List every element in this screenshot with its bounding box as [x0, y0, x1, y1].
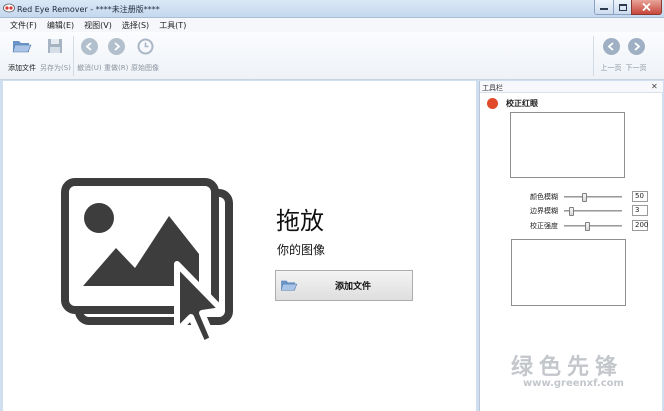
maximize-button[interactable] [613, 0, 632, 15]
add-file-button[interactable]: 添加文件 [8, 35, 36, 73]
minimize-button[interactable] [594, 0, 614, 15]
red-eye-app-icon [3, 3, 15, 13]
add-file-label: 添加文件 [8, 64, 36, 72]
drop-title: 拖放 [276, 207, 324, 235]
panel-title: 工具栏 [482, 84, 503, 92]
close-button[interactable] [631, 0, 662, 15]
panel-header: 工具栏 ✕ [480, 81, 663, 93]
panel-close-icon[interactable]: ✕ [651, 82, 658, 91]
slider-value-input[interactable]: 3 [632, 205, 648, 216]
slider-label: 边界模糊 [530, 207, 558, 215]
redo-button[interactable]: 重做(R) [104, 35, 128, 73]
watermark-text: 绿色先锋 [511, 355, 624, 380]
folder-open-icon [280, 278, 298, 294]
slider-row: 边界模糊 3 [480, 205, 663, 217]
next-page-button[interactable]: 下一页 [625, 35, 647, 73]
drop-zone[interactable]: 拖放 你的图像 添加文件 [3, 81, 476, 411]
add-file-large-button[interactable]: 添加文件 [275, 270, 413, 301]
redo-label: 重做(R) [104, 64, 129, 72]
drop-images-illustration-icon [61, 178, 233, 347]
next-page-label: 下一页 [625, 64, 647, 72]
folder-open-icon [12, 41, 32, 53]
slider-track[interactable] [564, 222, 622, 231]
add-file-large-label: 添加文件 [335, 282, 372, 292]
prev-page-label: 上一页 [600, 64, 622, 72]
watermark-url: www.greenxf.com [523, 378, 624, 389]
undo-button[interactable]: 撤消(U) [77, 35, 102, 73]
menu-select[interactable]: 选择(S) [118, 20, 153, 31]
clock-history-icon [137, 38, 153, 54]
redo-arrow-icon [114, 41, 121, 51]
slider-label: 校正强度 [530, 222, 558, 230]
undo-label: 撤消(U) [77, 64, 102, 72]
preview-box-bottom [511, 239, 626, 306]
slider-thumb[interactable] [568, 207, 574, 216]
maximize-icon [618, 3, 627, 11]
title-bar[interactable]: Red Eye Remover - ****未注册版**** [0, 0, 664, 18]
section-title: 校正红眼 [506, 99, 538, 108]
menu-file[interactable]: 文件(F) [6, 20, 41, 31]
menu-view[interactable]: 视图(V) [80, 20, 116, 31]
slider-value-input[interactable]: 200 [632, 220, 648, 231]
original-image-button[interactable]: 原始图像 [131, 35, 159, 73]
menu-tools[interactable]: 工具(T) [155, 20, 190, 31]
close-icon [642, 3, 651, 11]
slider-track[interactable] [564, 207, 622, 216]
menu-edit[interactable]: 编辑(E) [43, 20, 78, 31]
slider-thumb[interactable] [585, 222, 591, 231]
save-as-label: 另存为(S) [40, 64, 71, 72]
save-disk-icon [48, 39, 63, 53]
menu-bar: 文件(F) 编辑(E) 视图(V) 选择(S) 工具(T) [0, 18, 664, 32]
slider-label: 颜色模糊 [530, 193, 558, 201]
prev-page-button[interactable]: 上一页 [600, 35, 622, 73]
toolbar-divider [593, 36, 594, 76]
window-title: Red Eye Remover - ****未注册版**** [17, 5, 160, 14]
preview-box-top [510, 112, 625, 178]
toolbar: 添加文件 另存为(S) 撤消(U) 重做(R) 原始图像 上一页 下一页 [0, 32, 664, 107]
minimize-icon [600, 8, 608, 10]
slider-thumb[interactable] [582, 193, 588, 202]
save-as-button[interactable]: 另存为(S) [40, 35, 71, 73]
slider-value-input[interactable]: 50 [632, 191, 648, 202]
chevron-left-icon [607, 41, 614, 51]
slider-row: 校正强度 200 [480, 220, 663, 232]
chevron-right-icon [633, 41, 640, 51]
undo-arrow-icon [85, 41, 92, 51]
toolbar-divider [73, 36, 74, 76]
watermark: 绿色先锋 www.greenxf.com [511, 349, 641, 397]
drop-subtitle: 你的图像 [277, 243, 326, 257]
slider-track[interactable] [564, 193, 622, 202]
slider-row: 颜色模糊 50 [480, 191, 663, 203]
red-eye-icon [487, 98, 498, 109]
original-image-label: 原始图像 [131, 64, 159, 72]
